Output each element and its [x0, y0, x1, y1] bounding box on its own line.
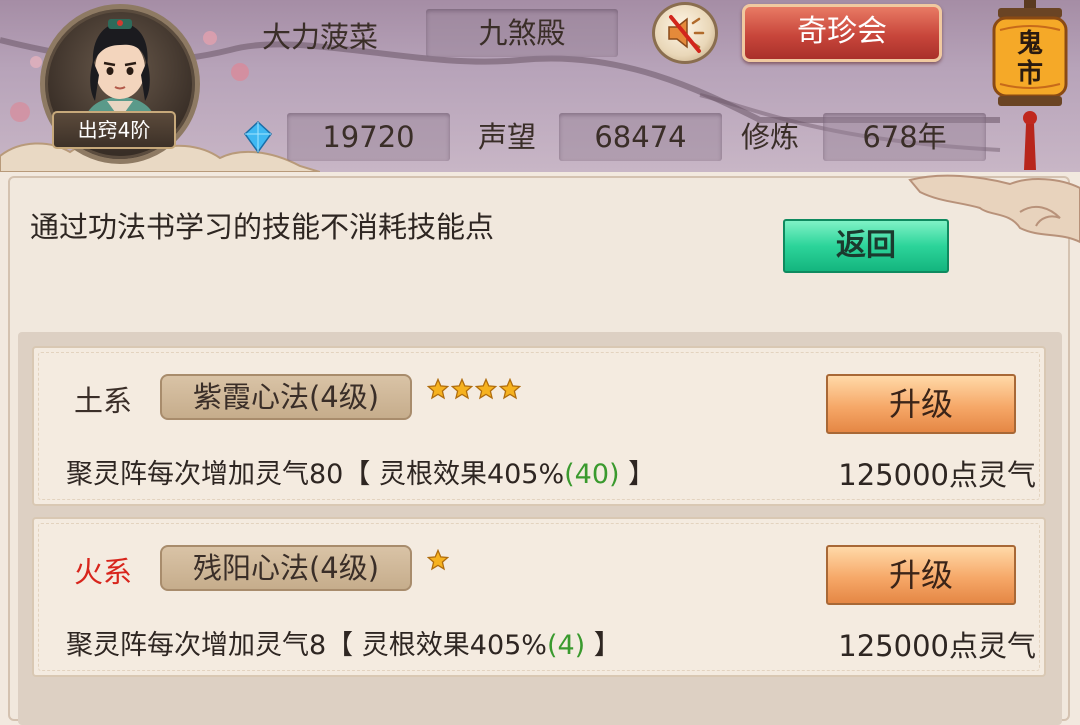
star-icon: [451, 378, 473, 400]
skill-effect-text: 聚灵阵每次增加灵气8【 灵根效果405%: [66, 630, 547, 661]
skill-star-rating: [427, 549, 449, 579]
star-icon: [475, 378, 497, 400]
upgrade-button[interactable]: 升级: [826, 374, 1016, 434]
reputation-value: 68474: [559, 113, 722, 161]
gem-count: 19720: [287, 113, 450, 161]
cultivation-value: 678年: [823, 113, 986, 161]
cultivation-label: 修炼: [741, 120, 800, 154]
svg-text:鬼: 鬼: [1017, 28, 1043, 59]
upgrade-button[interactable]: 升级: [826, 545, 1016, 605]
player-name: 大力菠菜: [262, 20, 379, 54]
star-icon: [499, 378, 521, 400]
sound-toggle-button[interactable]: [652, 2, 718, 64]
skill-effect-bonus: (40): [564, 459, 620, 490]
upgrade-cost: 125000点灵气: [838, 629, 1036, 663]
skill-panel: 通过功法书学习的技能不消耗技能点 返回 土系 紫霞心法(4级) 升级 聚灵阵每次…: [0, 172, 1080, 725]
skill-name: 紫霞心法(4级): [160, 374, 412, 420]
spirit-gem-icon: [244, 120, 272, 154]
skill-list: 土系 紫霞心法(4级) 升级 聚灵阵每次增加灵气80【 灵根效果405%(40)…: [18, 332, 1062, 725]
upgrade-cost: 125000点灵气: [838, 458, 1036, 492]
speaker-muted-icon: [668, 15, 705, 53]
reputation-label: 声望: [478, 120, 537, 154]
notice-text: 通过功法书学习的技能不消耗技能点: [30, 210, 495, 244]
skill-effect: 聚灵阵每次增加灵气80【 灵根效果405%(40) 】: [66, 452, 655, 491]
skill-name: 残阳心法(4级): [160, 545, 412, 591]
treasure-fair-button[interactable]: 奇珍会: [742, 4, 942, 62]
back-button[interactable]: 返回: [783, 219, 949, 273]
svg-text:市: 市: [1017, 58, 1043, 89]
skill-element-label: 土系: [74, 384, 133, 418]
skill-card: 火系 残阳心法(4级) 升级 聚灵阵每次增加灵气8【 灵根效果405%(4) 】…: [32, 517, 1046, 677]
skill-star-rating: [427, 378, 521, 408]
skill-effect-close: 】: [585, 630, 621, 661]
sect-name: 九煞殿: [426, 9, 618, 57]
skill-effect-close: 】: [619, 459, 656, 490]
skill-effect: 聚灵阵每次增加灵气8【 灵根效果405%(4) 】: [66, 623, 621, 662]
skill-effect-bonus: (4): [546, 630, 586, 661]
star-icon: [427, 549, 449, 571]
skill-card: 土系 紫霞心法(4级) 升级 聚灵阵每次增加灵气80【 灵根效果405%(40)…: [32, 346, 1046, 506]
skill-effect-text: 聚灵阵每次增加灵气80【 灵根效果405%: [66, 459, 565, 490]
ghost-market-lantern-icon[interactable]: 鬼 市: [990, 0, 1070, 172]
top-status-bar: 出窍4阶 大力菠菜 九煞殿 奇珍会 鬼 市 19720 声望 68474 修炼 …: [0, 0, 1080, 172]
skill-element-label: 火系: [74, 555, 133, 589]
star-icon: [427, 378, 449, 400]
rank-badge: 出窍4阶: [52, 111, 176, 149]
